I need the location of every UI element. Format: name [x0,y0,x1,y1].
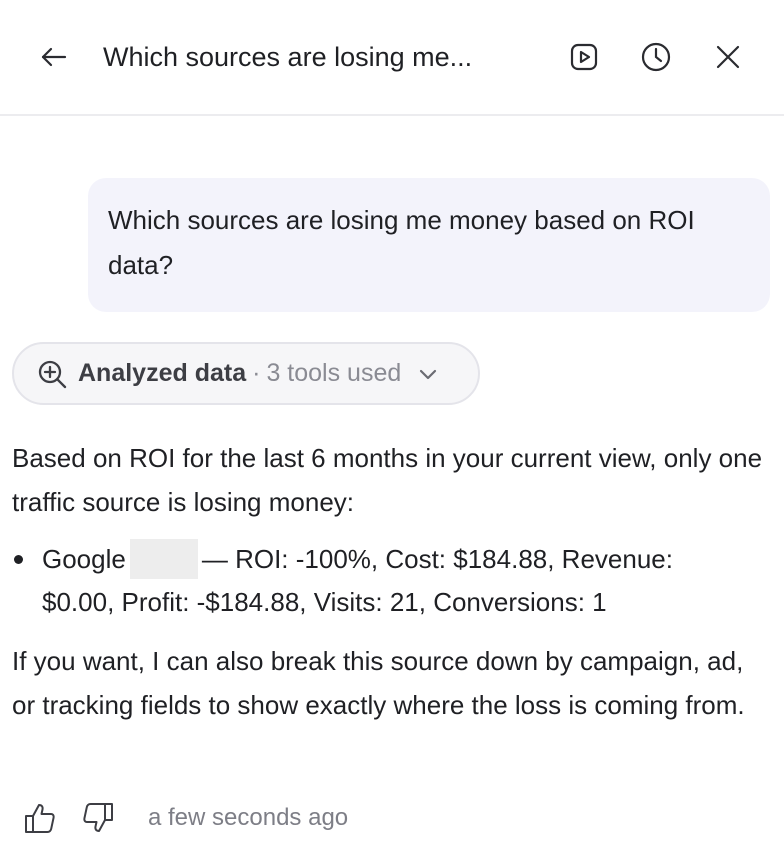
back-button[interactable] [32,35,76,79]
history-button[interactable] [634,35,678,79]
thumbs-down-icon [83,803,113,832]
message-timestamp: a few seconds ago [148,804,349,831]
thumbs-down-button[interactable] [80,800,116,836]
analyzed-data-toggle[interactable]: Analyzed data · 3 tools used [12,342,480,405]
page-title: Which sources are losing me... [103,42,473,72]
close-icon [716,45,740,69]
close-button[interactable] [706,35,750,79]
bullet-dot [14,555,23,564]
redacted-block [129,539,198,579]
user-message-text: Which sources are losing me money based … [108,205,695,280]
thumbs-up-icon [25,804,55,833]
chevron-down-icon [420,369,437,379]
bullet-text: Google — ROI: -100%, Cost: $184.88, Reven… [42,538,742,624]
feedback-bar: a few seconds ago [22,798,348,838]
thumbs-up-button[interactable] [22,800,58,836]
play-square-icon [570,43,598,71]
chat-header: Which sources are losing me... [0,0,784,116]
tools-count: 3 tools used [266,359,402,387]
arrow-left-icon [41,47,67,67]
answer-intro: Based on ROI for the last 6 months in yo… [12,443,763,517]
source-name: Google [42,544,126,574]
play-button[interactable] [562,35,606,79]
user-message-bubble: Which sources are losing me money based … [88,178,770,312]
answer-followup: If you want, I can also break this sourc… [12,646,745,720]
clock-icon [641,42,671,72]
tools-label: Analyzed data [78,359,247,387]
tools-separator: · [252,359,261,387]
zoom-in-icon [38,360,67,388]
